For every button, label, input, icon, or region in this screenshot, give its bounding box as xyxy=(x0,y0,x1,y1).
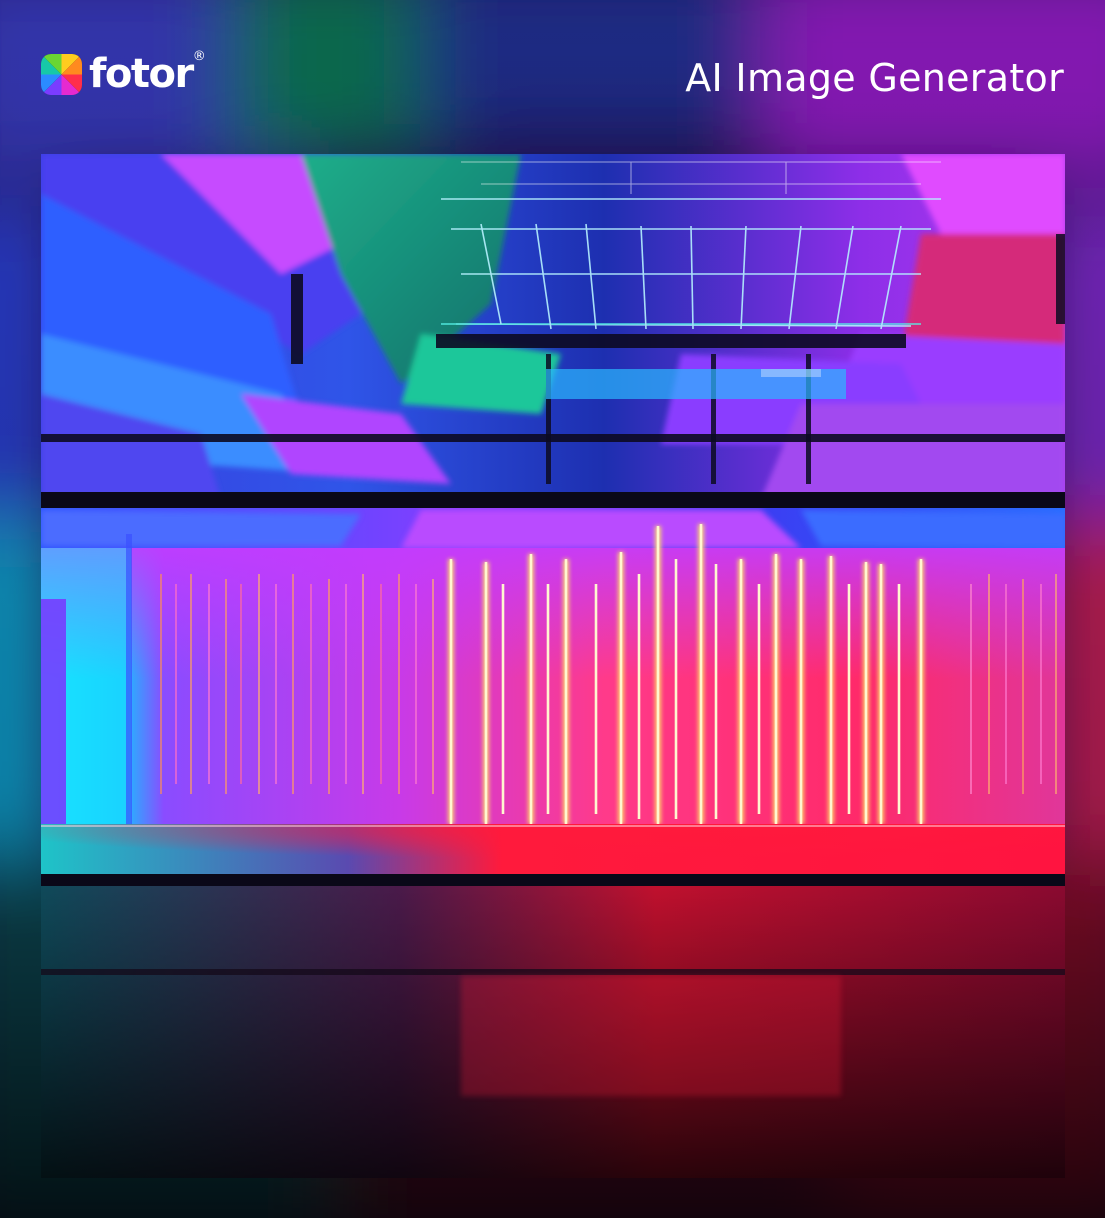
page-title: AI Image Generator xyxy=(685,56,1064,100)
color-wheel-icon xyxy=(41,53,82,95)
generated-image xyxy=(41,154,1065,1178)
poster: fotor ® AI Image Generator xyxy=(0,0,1105,1218)
registered-mark: ® xyxy=(192,49,206,64)
header: fotor ® AI Image Generator xyxy=(0,0,1105,150)
fotor-logo[interactable]: fotor ® xyxy=(41,49,206,98)
brand-name: fotor ® xyxy=(89,49,206,97)
